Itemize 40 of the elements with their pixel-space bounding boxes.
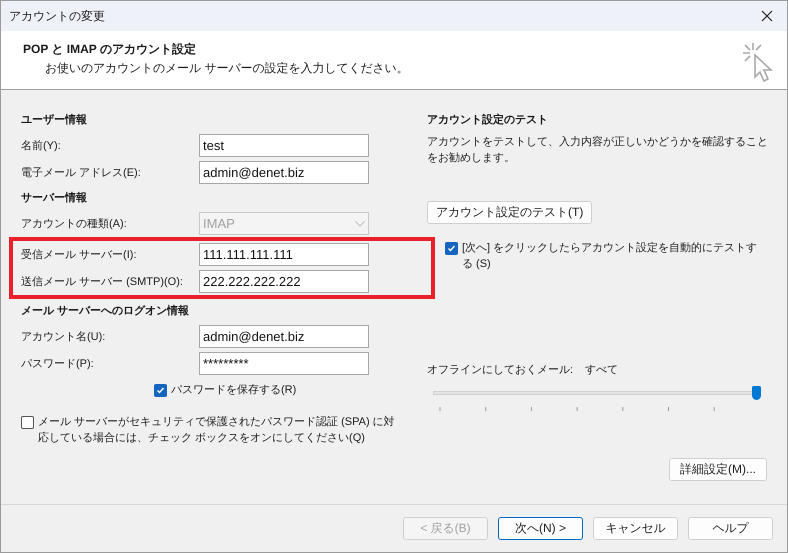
header-subtitle: お使いのアカウントのメール サーバーの設定を入力してください。 [45,60,408,77]
text-field[interactable]: admin@denet.biz [199,161,369,184]
window-title: アカウントの変更 [9,8,105,24]
section-heading: サーバー情報 [21,190,88,205]
dialog-button[interactable]: キャンセル [593,517,678,540]
slider[interactable] [433,385,761,401]
field-label: アカウントの種類(A): [21,217,128,231]
section-heading: メール サーバーへのログオン情報 [21,304,190,318]
test-description: アカウントをテストして、入力内容が正しいかどうかを確認することをお勧めします。 [427,134,769,166]
text-field[interactable]: test [199,134,369,157]
check-icon [156,386,165,395]
text-field[interactable]: 111.111.111.111 [199,243,369,266]
checkbox[interactable] [445,242,458,255]
header-title: POP と IMAP のアカウント設定 [23,41,197,58]
caret-icon [355,220,365,226]
dialog-button[interactable]: 次へ(N) > [498,517,583,540]
checkbox-label[interactable]: [次へ] をクリックしたらアカウント設定を自動的にテストする (S) [462,240,767,272]
close-icon[interactable] [761,10,773,22]
field-label: アカウント名(U): [21,330,106,344]
checkbox[interactable] [21,416,34,429]
text-field[interactable]: ********* [199,352,369,375]
check-icon [447,244,456,253]
checkbox[interactable] [154,384,167,397]
section-heading: アカウント設定のテスト [427,112,549,127]
section-heading: ユーザー情報 [21,112,88,127]
checkbox-label[interactable]: メール サーバーがセキュリティで保護されたパスワード認証 (SPA) に対応している場合には、チェック ボックスをオンにしてください(Q) [38,414,398,446]
field-label: パスワード(P): [21,357,95,371]
offline-label: オフラインにしておくメール: [427,363,574,377]
offline-value: すべて [585,363,618,377]
advanced-settings-button[interactable]: 詳細設定(M)... [669,458,767,481]
test-account-button[interactable]: アカウント設定のテスト(T) [427,201,592,224]
field-label: 送信メール サーバー (SMTP)(O): [21,275,184,289]
field-label: 受信メール サーバー(I): [21,248,138,262]
field-label: 電子メール アドレス(E): [21,166,142,180]
text-field[interactable]: admin@denet.biz [199,325,369,348]
field-label: 名前(Y): [21,139,62,153]
dialog-button[interactable]: ヘルプ [688,517,773,540]
slider-thumb[interactable] [752,386,761,400]
text-field[interactable]: 222.222.222.222 [199,270,369,293]
checkbox-label[interactable]: パスワードを保存する(R) [171,382,296,398]
